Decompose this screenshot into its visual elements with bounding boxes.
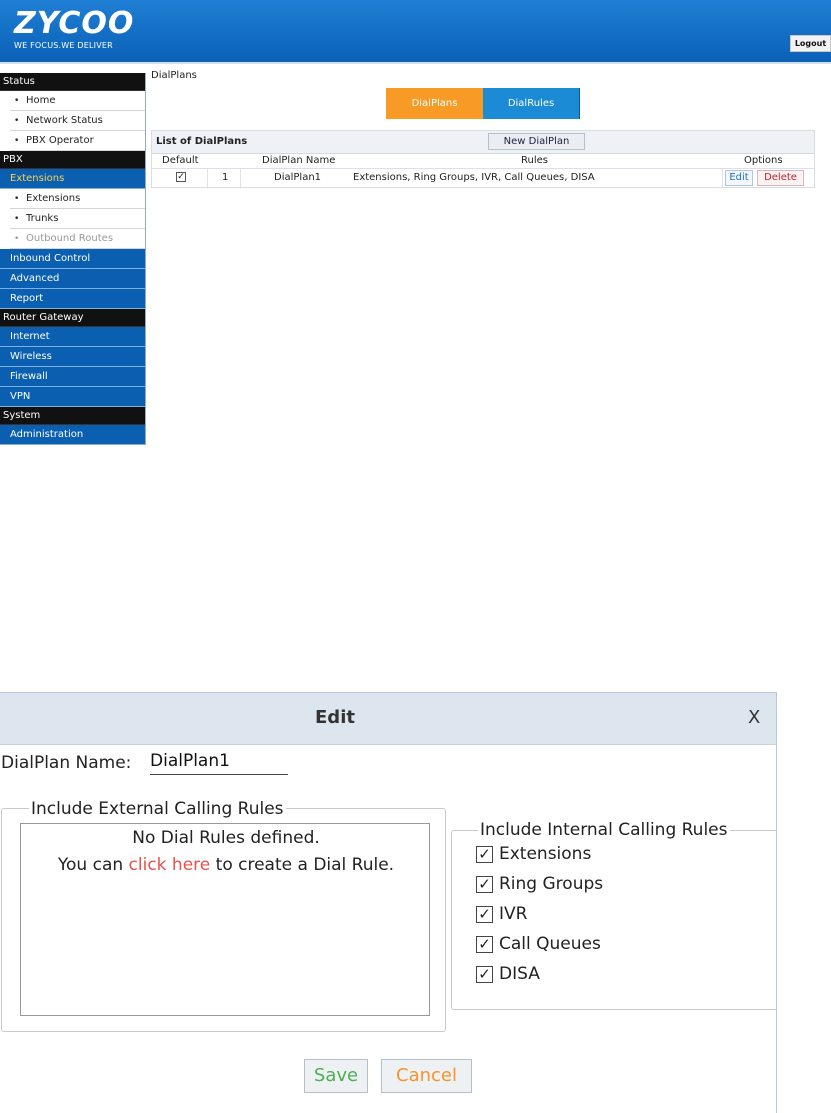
cancel-button[interactable]: Cancel: [381, 1059, 472, 1093]
new-dialplan-button[interactable]: New DialPlan: [488, 133, 585, 150]
create-rule-suffix: to create a Dial Rule.: [210, 855, 395, 875]
column-default: Default: [162, 155, 199, 166]
extensions-checkbox[interactable]: ✓: [476, 846, 493, 863]
external-rules-legend: Include External Calling Rules: [29, 799, 286, 819]
sidebar-category-pbx: PBX: [0, 151, 145, 169]
external-rules-list: No Dial Rules defined. You can click her…: [20, 823, 430, 1016]
dialog-title: Edit: [315, 707, 355, 728]
sidebar-item-internet[interactable]: Internet: [0, 327, 145, 347]
sidebar-item-vpn[interactable]: VPN: [0, 387, 145, 407]
table-header-bar: List of DialPlans New DialPlan: [152, 131, 814, 154]
sidebar-item-report[interactable]: Report: [0, 289, 145, 309]
sidebar-item-firewall[interactable]: Firewall: [0, 367, 145, 387]
sidebar-item-administration[interactable]: Administration: [0, 425, 145, 445]
sidebar-item-network-status[interactable]: Network Status: [10, 111, 145, 131]
table-title: List of DialPlans: [156, 136, 248, 147]
sidebar-item-outbound-routes[interactable]: Outbound Routes: [10, 229, 145, 249]
sidebar-item-inbound-control[interactable]: Inbound Control: [0, 249, 145, 269]
dialplan-name-label: DialPlan Name:: [1, 753, 132, 773]
row-index: 1: [222, 172, 229, 183]
sidebar-category-status: Status: [0, 73, 145, 91]
top-header: ZYCOO WE FOCUS.WE DELIVER Logout: [0, 0, 831, 62]
internal-rules-legend: Include Internal Calling Rules: [478, 820, 730, 840]
default-checkbox[interactable]: ✓: [176, 172, 186, 182]
edit-button[interactable]: Edit: [725, 170, 753, 186]
disa-checkbox[interactable]: ✓: [476, 966, 493, 983]
no-rules-message: No Dial Rules defined.: [132, 828, 320, 848]
tab-bar: DialPlans DialRules: [386, 88, 581, 119]
ivr-checkbox[interactable]: ✓: [476, 906, 493, 923]
cell-divider: [207, 169, 208, 187]
extensions-label: Extensions: [499, 844, 592, 864]
create-rule-message: You can click here to create a Dial Rule…: [21, 855, 431, 875]
sidebar-item-pbx-operator[interactable]: PBX Operator: [10, 131, 145, 151]
cell-divider: [240, 169, 241, 187]
save-button[interactable]: Save: [304, 1059, 368, 1093]
tab-dialplans[interactable]: DialPlans: [386, 88, 483, 119]
dialog-titlebar: Edit X: [0, 693, 776, 745]
row-dialplan-name: DialPlan1: [274, 172, 322, 183]
dialplans-table: List of DialPlans New DialPlan Default D…: [151, 130, 815, 188]
call-queues-label: Call Queues: [499, 934, 601, 954]
logo-tagline: WE FOCUS.WE DELIVER: [14, 41, 113, 50]
row-rules: Extensions, Ring Groups, IVR, Call Queue…: [353, 172, 595, 183]
ring-groups-checkbox[interactable]: ✓: [476, 876, 493, 893]
internal-rules-fieldset: Include Internal Calling Rules ✓ Extensi…: [451, 820, 777, 1010]
dialplan-name-input[interactable]: [150, 748, 288, 775]
column-options: Options: [744, 155, 783, 166]
sidebar-item-home[interactable]: Home: [10, 91, 145, 111]
table-row: ✓ 1 DialPlan1 Extensions, Ring Groups, I…: [152, 169, 814, 187]
zycoo-logo: ZYCOO WE FOCUS.WE DELIVER: [14, 6, 135, 51]
sidebar-item-wireless[interactable]: Wireless: [0, 347, 145, 367]
cell-divider: [722, 169, 723, 187]
logout-button[interactable]: Logout: [790, 35, 831, 52]
sidebar-category-system: System: [0, 407, 145, 425]
disa-label: DISA: [499, 964, 540, 984]
sidebar-item-extensions-group[interactable]: Extensions: [0, 169, 145, 189]
external-rules-fieldset: Include External Calling Rules No Dial R…: [1, 799, 446, 1032]
delete-button[interactable]: Delete: [757, 170, 804, 186]
sidebar-item-advanced[interactable]: Advanced: [0, 269, 145, 289]
sidebar-category-router-gateway: Router Gateway: [0, 309, 145, 327]
table-column-headers: Default DialPlan Name Rules Options: [152, 154, 814, 169]
create-rule-prefix: You can: [57, 855, 129, 875]
sidebar-nav: Status Home Network Status PBX Operator …: [0, 73, 146, 445]
call-queues-checkbox[interactable]: ✓: [476, 936, 493, 953]
ivr-label: IVR: [499, 904, 528, 924]
logo-text: ZYCOO: [14, 6, 135, 41]
create-dial-rule-link[interactable]: click here: [129, 855, 211, 875]
close-icon[interactable]: X: [748, 707, 760, 728]
header-divider: [0, 62, 831, 64]
column-dialplan-name: DialPlan Name: [262, 155, 336, 166]
column-rules: Rules: [521, 155, 548, 166]
breadcrumb: DialPlans: [151, 70, 197, 81]
tab-dialrules[interactable]: DialRules: [483, 88, 580, 119]
edit-dialog: Edit X DialPlan Name: Include External C…: [0, 692, 777, 1113]
sidebar-item-trunks[interactable]: Trunks: [10, 209, 145, 229]
sidebar-item-extensions[interactable]: Extensions: [10, 189, 145, 209]
ring-groups-label: Ring Groups: [499, 874, 604, 894]
